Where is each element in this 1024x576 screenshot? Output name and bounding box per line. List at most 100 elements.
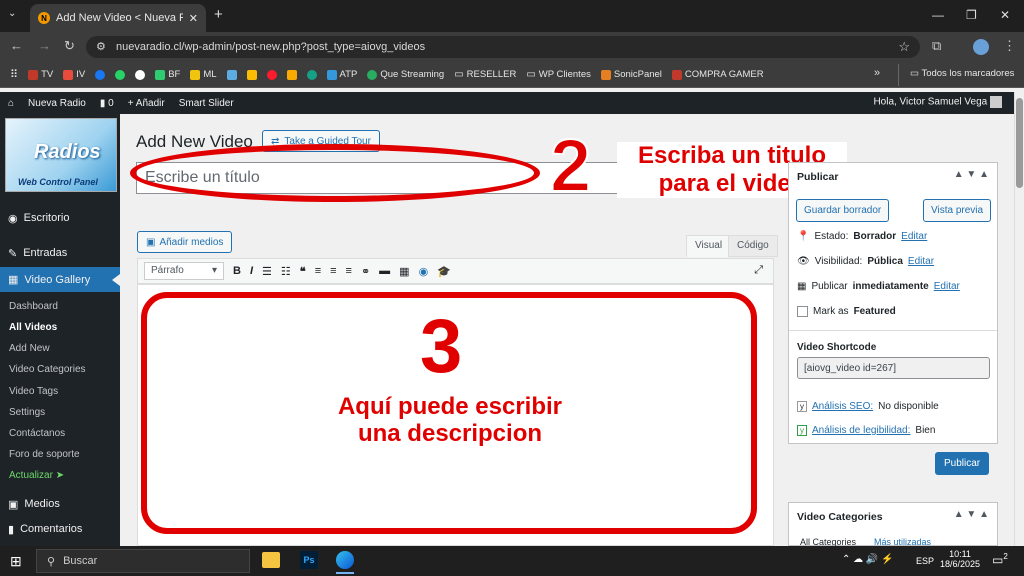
read-more-icon[interactable]: ▬ xyxy=(379,265,390,277)
bold-icon[interactable]: B xyxy=(233,265,241,277)
comments-link[interactable]: ▮ 0 xyxy=(100,98,114,109)
edit-schedule-link[interactable]: Editar xyxy=(934,281,960,292)
site-name-link[interactable]: Nueva Radio xyxy=(28,98,86,109)
italic-icon[interactable]: I xyxy=(250,265,253,277)
submenu-support[interactable]: Foro de soporte xyxy=(9,449,80,460)
wifi-icon[interactable]: ◉ xyxy=(419,265,429,278)
edit-status-link[interactable]: Editar xyxy=(901,231,927,242)
bookmark-item[interactable]: SonicPanel xyxy=(600,69,662,80)
browser-tab[interactable]: N Add New Video < Nueva Radio ✕ xyxy=(30,4,206,32)
tab-title: Add New Video < Nueva Radio xyxy=(56,12,183,24)
edge-icon[interactable] xyxy=(336,551,354,569)
menu-video-gallery[interactable]: ▦ Video Gallery xyxy=(0,267,120,292)
more-bookmarks-button[interactable]: » xyxy=(874,67,880,79)
browser-menu-icon[interactable]: ⋮ xyxy=(1003,38,1016,54)
submenu-all-videos[interactable]: All Videos xyxy=(9,322,57,333)
smart-slider-link[interactable]: Smart Slider xyxy=(179,98,234,109)
file-explorer-icon[interactable] xyxy=(262,552,280,568)
toolbar-toggle-icon[interactable]: ▦ xyxy=(399,265,409,278)
reload-icon[interactable]: ↻ xyxy=(64,38,75,54)
avatar[interactable] xyxy=(990,96,1002,108)
submenu-dashboard[interactable]: Dashboard xyxy=(9,301,58,312)
readability-row: y Análisis de legibilidad: Bien xyxy=(797,425,935,436)
visibility-row: 👁 Visibilidad: Pública Editar xyxy=(797,256,935,267)
bookmark-item[interactable]: IV xyxy=(63,69,85,80)
cloud-icon[interactable] xyxy=(226,69,237,80)
featured-checkbox[interactable] xyxy=(797,306,808,317)
all-bookmarks-folder[interactable]: ▭ Todos los marcadores xyxy=(910,68,1014,79)
whatsapp-icon[interactable] xyxy=(115,69,126,80)
greeting[interactable]: Hola, Victor Samuel Vega xyxy=(873,96,1002,108)
tray-icons[interactable]: ⌃ ☁ 🔊 ⚡ xyxy=(842,554,894,565)
align-left-icon[interactable]: ≡ xyxy=(315,265,321,277)
submenu-add-new[interactable]: Add New xyxy=(9,343,50,354)
submenu-update[interactable]: Actualizar ➤ xyxy=(9,470,64,481)
close-window-icon[interactable]: ✕ xyxy=(1000,8,1010,22)
forward-icon[interactable]: → xyxy=(38,38,51,53)
format-select[interactable]: Párrafo ▾ xyxy=(144,262,224,280)
google-icon[interactable] xyxy=(135,69,146,80)
bookmark-item[interactable]: COMPRA GAMER xyxy=(671,69,764,80)
fullscreen-icon[interactable]: ⤢ xyxy=(754,264,763,277)
profile-avatar[interactable] xyxy=(973,39,989,55)
url-bar[interactable]: ⚙ nuevaradio.cl/wp-admin/post-new.php?po… xyxy=(86,36,920,58)
facebook-icon[interactable] xyxy=(95,69,106,80)
graduation-cap-icon[interactable]: 🎓 xyxy=(437,265,451,278)
bookmark-star-icon[interactable]: ☆ xyxy=(898,39,910,55)
ads-icon[interactable] xyxy=(246,69,257,80)
quote-icon[interactable]: ❝ xyxy=(300,265,306,278)
shortcode-field[interactable]: [aiovg_video id=267] xyxy=(797,357,990,379)
bookmark-item[interactable]: BF xyxy=(155,69,180,80)
language-indicator[interactable]: ESP xyxy=(916,556,934,566)
back-icon[interactable]: ← xyxy=(10,38,23,53)
bookmark-item[interactable]: ML xyxy=(190,69,217,80)
featured-row[interactable]: Mark as Featured xyxy=(797,306,896,317)
bookmark-item[interactable]: ATP xyxy=(326,69,357,80)
save-draft-button[interactable]: Guardar borrador xyxy=(796,199,890,222)
minimize-icon[interactable]: — xyxy=(932,8,944,22)
apps-grid-icon[interactable]: ⠿ xyxy=(10,68,18,81)
box-controls[interactable]: ▲ ▼ ▲ xyxy=(954,509,989,520)
submenu-video-categories[interactable]: Video Categories xyxy=(9,364,86,375)
box-controls[interactable]: ▲ ▼ ▲ xyxy=(954,169,989,180)
ring-icon[interactable] xyxy=(306,69,317,80)
edit-visibility-link[interactable]: Editar xyxy=(908,256,934,267)
notifications-icon[interactable]: ▭2 xyxy=(992,552,1008,567)
bullet-list-icon[interactable]: ☰ xyxy=(262,265,272,278)
align-center-icon[interactable]: ≡ xyxy=(330,265,336,277)
taskbar-search[interactable]: ⚲ Buscar xyxy=(36,549,250,573)
publish-button[interactable]: Publicar xyxy=(935,452,990,475)
page-scrollbar[interactable] xyxy=(1014,92,1024,546)
new-tab-button[interactable]: + xyxy=(214,6,223,23)
link-icon[interactable]: ⚭ xyxy=(361,265,370,278)
tab-list-chevron-icon[interactable]: ⌄ xyxy=(8,8,16,19)
menu-entradas[interactable]: ✎ Entradas xyxy=(0,241,120,265)
opera-icon[interactable] xyxy=(266,69,277,80)
windows-start-icon[interactable]: ⊞ xyxy=(10,553,22,570)
clock[interactable]: 10:11 18/6/2025 xyxy=(940,549,980,569)
tab-close-icon[interactable]: ✕ xyxy=(189,12,198,25)
bookmark-item[interactable]: Que Streaming xyxy=(367,69,444,80)
numbered-list-icon[interactable]: ☷ xyxy=(281,265,291,278)
restore-icon[interactable]: ❐ xyxy=(966,8,977,22)
add-media-button[interactable]: ▣ Añadir medios xyxy=(137,231,233,253)
bookmark-item[interactable]: TV xyxy=(28,69,53,80)
photoshop-icon[interactable]: Ps xyxy=(300,551,318,569)
add-new-link[interactable]: + Añadir xyxy=(128,98,165,109)
submenu-video-tags[interactable]: Video Tags xyxy=(9,386,58,397)
menu-escritorio[interactable]: ◉ Escritorio xyxy=(0,206,120,230)
extensions-icon[interactable]: ⧉ xyxy=(932,38,941,54)
menu-medios[interactable]: ▣ Medios xyxy=(0,492,120,516)
site-info-icon[interactable]: ⚙ xyxy=(96,40,106,53)
folder-bookmark[interactable]: ▭ RESELLER xyxy=(454,69,516,80)
tab-code[interactable]: Código xyxy=(728,235,778,257)
home-icon[interactable]: ⌂ xyxy=(8,98,14,109)
align-right-icon[interactable]: ≡ xyxy=(346,265,352,277)
analytics-icon[interactable] xyxy=(286,69,297,80)
submenu-contactanos[interactable]: Contáctanos xyxy=(9,428,65,439)
tab-visual[interactable]: Visual xyxy=(686,235,732,257)
folder-bookmark[interactable]: ▭ WP Clientes xyxy=(526,69,591,80)
submenu-settings[interactable]: Settings xyxy=(9,407,45,418)
preview-button[interactable]: Vista previa xyxy=(923,199,992,222)
menu-comentarios[interactable]: ▮ Comentarios xyxy=(0,517,120,541)
